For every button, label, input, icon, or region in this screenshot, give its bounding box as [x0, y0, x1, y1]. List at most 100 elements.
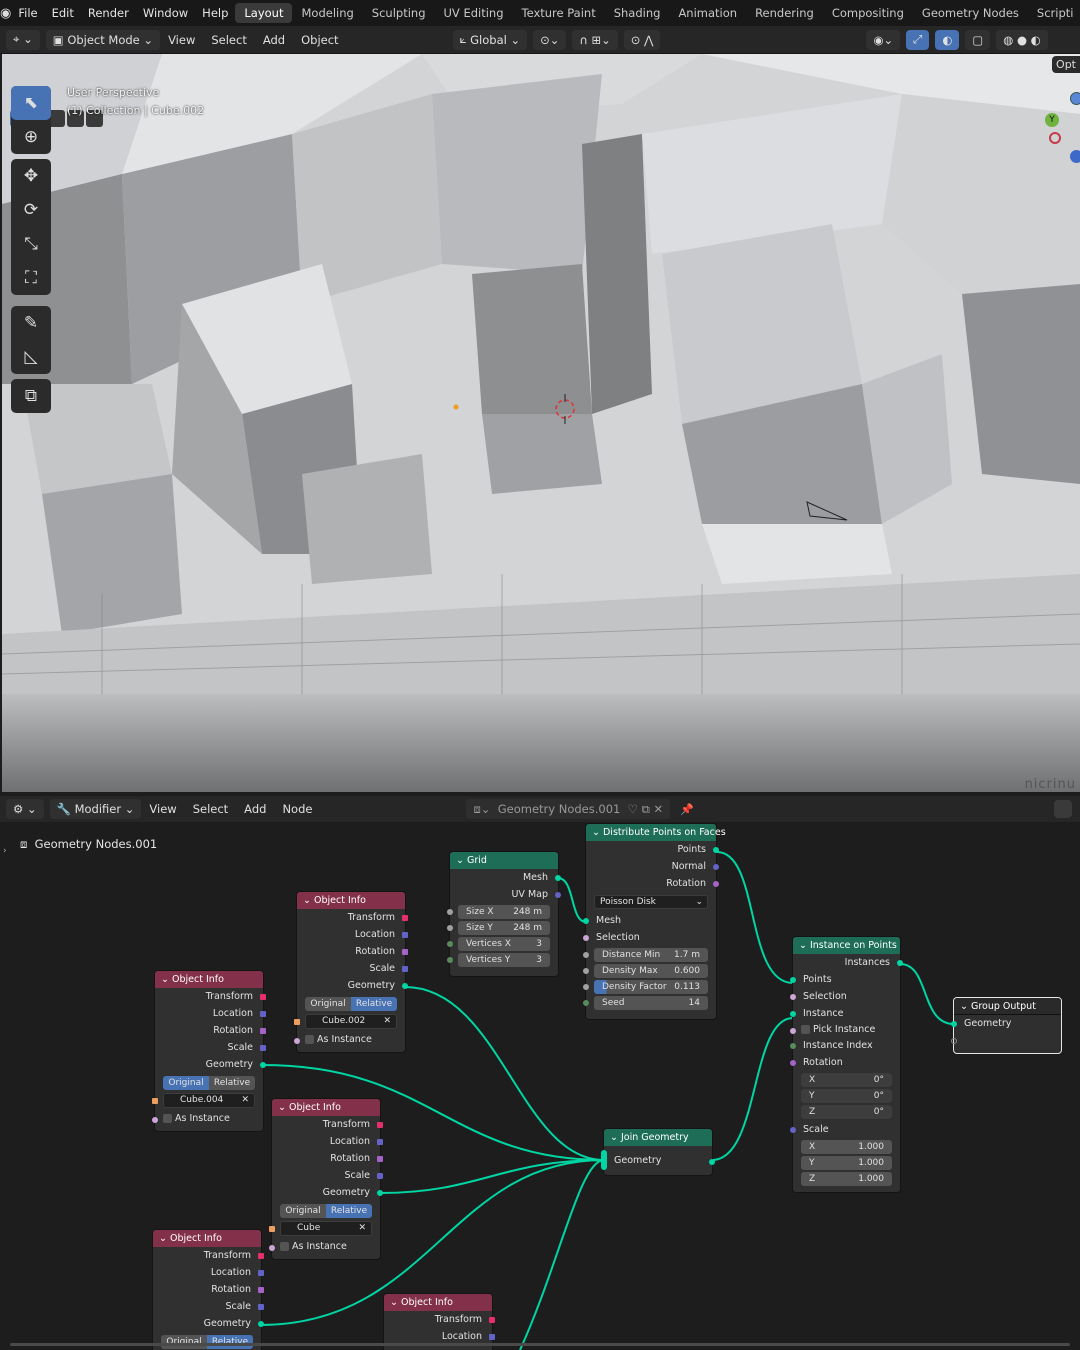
socket-input-seed[interactable] — [583, 1000, 589, 1006]
instance-node-header[interactable]: ⌄ Instance on Points — [793, 937, 900, 954]
scale-x-field[interactable]: X 1.000 — [801, 1140, 892, 1154]
collapse-chevron-icon[interactable]: ⌄ — [799, 940, 810, 951]
object-info-node-cube[interactable]: ⌄ Object Info Transform Location Rotatio… — [269, 1098, 383, 1260]
socket-input-geometry[interactable] — [951, 1021, 957, 1027]
object-selector[interactable]: Cube.004 ✕ — [152, 1093, 255, 1108]
socket-input-as-instance[interactable] — [269, 1245, 275, 1251]
object-mode-dropdown[interactable]: ▣ Object Mode ⌄ — [45, 29, 161, 50]
scale-z-field[interactable]: Z 1.000 — [801, 1172, 892, 1186]
tab-sculpting[interactable]: Sculpting — [363, 3, 435, 23]
blender-logo-icon[interactable]: ◉ — [0, 6, 11, 21]
shading-mode-buttons[interactable]: ◍ ● ◐ — [996, 29, 1048, 50]
cursor-tool[interactable]: ⊕ — [11, 120, 51, 154]
socket-input-selection[interactable] — [790, 994, 796, 1000]
visibility-button[interactable]: ◉⌄ — [866, 29, 901, 50]
sidebar-toggle-icon[interactable] — [1054, 800, 1072, 818]
socket-output-location[interactable] — [258, 1270, 264, 1276]
socket-input-object[interactable] — [294, 1019, 300, 1025]
node-menu-select[interactable]: Select — [185, 802, 236, 816]
as-instance-checkbox[interactable]: As Instance — [294, 1032, 405, 1047]
original-option[interactable]: Original — [163, 1076, 209, 1090]
node-group-selector[interactable]: ⧈⌄ Geometry Nodes.001 ♡ ⧉ ✕ — [466, 799, 671, 819]
socket-input-vertices-y[interactable] — [447, 957, 453, 963]
node-editor-type-button[interactable]: ⚙ ⌄ — [6, 799, 44, 819]
tab-animation[interactable]: Animation — [669, 3, 746, 23]
node-menu-add[interactable]: Add — [236, 802, 274, 816]
seed-field[interactable]: Seed 14 — [583, 996, 708, 1010]
socket-input-points[interactable] — [790, 977, 796, 983]
collapse-chevron-icon[interactable]: ⌄ — [159, 1233, 170, 1244]
as-instance-checkbox[interactable]: As Instance — [269, 1239, 380, 1254]
tab-layout[interactable]: Layout — [235, 3, 293, 23]
horizontal-scrollbar[interactable] — [10, 1343, 1070, 1346]
menu-help[interactable]: Help — [195, 6, 235, 20]
socket-output-geometry[interactable] — [258, 1321, 264, 1327]
collapse-chevron-icon[interactable]: ⌄ — [390, 1297, 401, 1308]
socket-input-pick-instance[interactable] — [790, 1028, 796, 1034]
object-info-header[interactable]: ⌄ Object Info — [155, 971, 263, 988]
socket-output-rotation[interactable] — [713, 881, 719, 887]
annotate-tool[interactable]: ✎ — [11, 306, 51, 340]
instance-on-points-node[interactable]: ⌄ Instance on Points Instances Points Se… — [790, 936, 903, 1193]
rotation-z-field[interactable]: Z 0° — [801, 1105, 892, 1119]
object-selector[interactable]: Cube ✕ — [269, 1221, 372, 1236]
socket-input-as-instance[interactable] — [152, 1117, 158, 1123]
object-info-header[interactable]: ⌄ Object Info — [297, 892, 405, 909]
object-info-node-cube004[interactable]: ⌄ Object Info Transform Location Rotatio… — [152, 970, 266, 1132]
relative-option[interactable]: Relative — [326, 1204, 372, 1218]
tab-geometry-nodes[interactable]: Geometry Nodes — [913, 3, 1028, 23]
3d-viewport[interactable]: User Perspective (1) Collection | Cube.0… — [2, 54, 1080, 792]
join-node-header[interactable]: ⌄ Join Geometry — [604, 1129, 712, 1146]
menu-file[interactable]: File — [11, 6, 44, 20]
socket-input-scale[interactable] — [790, 1127, 796, 1133]
socket-output-transform[interactable] — [258, 1253, 264, 1259]
socket-input-empty[interactable] — [951, 1038, 957, 1044]
socket-output-location[interactable] — [489, 1334, 495, 1340]
socket-input-selection[interactable] — [583, 935, 589, 941]
tab-uv-editing[interactable]: UV Editing — [435, 3, 513, 23]
socket-output-normal[interactable] — [713, 864, 719, 870]
socket-input-instance[interactable] — [790, 1011, 796, 1017]
density-max-field[interactable]: Density Max 0.600 — [583, 964, 708, 978]
distribute-points-node[interactable]: ⌄ Distribute Points on Faces Points Norm… — [583, 823, 726, 1020]
socket-output-transform[interactable] — [489, 1317, 495, 1323]
socket-input-distance-min[interactable] — [583, 952, 589, 958]
collapse-chevron-icon[interactable]: ⌄ — [278, 1102, 289, 1113]
pin-icon[interactable]: 📌 — [680, 803, 694, 816]
collapse-chevron-icon[interactable]: ⌄ — [161, 974, 172, 985]
transform-space-toggle[interactable]: Original Relative — [280, 1204, 372, 1218]
measure-tool[interactable]: ◺ — [11, 340, 51, 374]
tab-compositing[interactable]: Compositing — [823, 3, 913, 23]
overlay-button[interactable]: ◐ — [935, 29, 960, 50]
tab-modeling[interactable]: Modeling — [292, 3, 362, 23]
object-info-node-cube002[interactable]: ⌄ Object Info Transform Location Rotatio… — [294, 891, 408, 1053]
snapping-button[interactable]: ∩ ⊞⌄ — [572, 29, 618, 50]
original-option[interactable]: Original — [161, 1335, 207, 1349]
grid-size-x-field[interactable]: Size X 248 m — [447, 905, 550, 919]
transform-orientation-dropdown[interactable]: ⟀ Global ⌄ — [452, 29, 528, 50]
menu-render[interactable]: Render — [81, 6, 136, 20]
object-info-header[interactable]: ⌄ Object Info — [384, 1294, 492, 1311]
socket-input-density-max[interactable] — [583, 968, 589, 974]
socket-input-geometry-multi[interactable] — [601, 1150, 607, 1170]
viewport-menu-select[interactable]: Select — [203, 33, 254, 47]
grid-node[interactable]: ⌄ Grid Mesh UV Map Size X 248 m Size Y 248… — [447, 851, 561, 977]
rotation-y-field[interactable]: Y 0° — [801, 1089, 892, 1103]
gizmo-button[interactable]: ⤢ — [906, 29, 930, 50]
distance-min-field[interactable]: Distance Min 1.7 m — [583, 948, 708, 962]
socket-input-object[interactable] — [269, 1226, 275, 1232]
object-info-node-4[interactable]: ⌄ Object Info Transform Location Rotatio… — [152, 1229, 264, 1350]
density-factor-field[interactable]: Density Factor 0.113 — [583, 980, 708, 994]
socket-input-size-y[interactable] — [447, 925, 453, 931]
xray-button[interactable]: ▢ — [965, 29, 991, 50]
socket-output-transform[interactable] — [260, 994, 266, 1000]
clear-icon[interactable]: ✕ — [383, 1015, 391, 1028]
socket-output-scale[interactable] — [260, 1045, 266, 1051]
node-editor-canvas[interactable]: ⧈ Geometry Nodes.001 › ⌄ Grid Mesh UV Ma… — [0, 822, 1080, 1350]
menu-window[interactable]: Window — [136, 6, 195, 20]
menu-edit[interactable]: Edit — [45, 6, 81, 20]
socket-input-rotation[interactable] — [790, 1060, 796, 1066]
socket-output-geometry[interactable] — [260, 1062, 266, 1068]
socket-output-transform[interactable] — [402, 915, 408, 921]
transform-tool[interactable]: ⛶ — [11, 261, 51, 295]
